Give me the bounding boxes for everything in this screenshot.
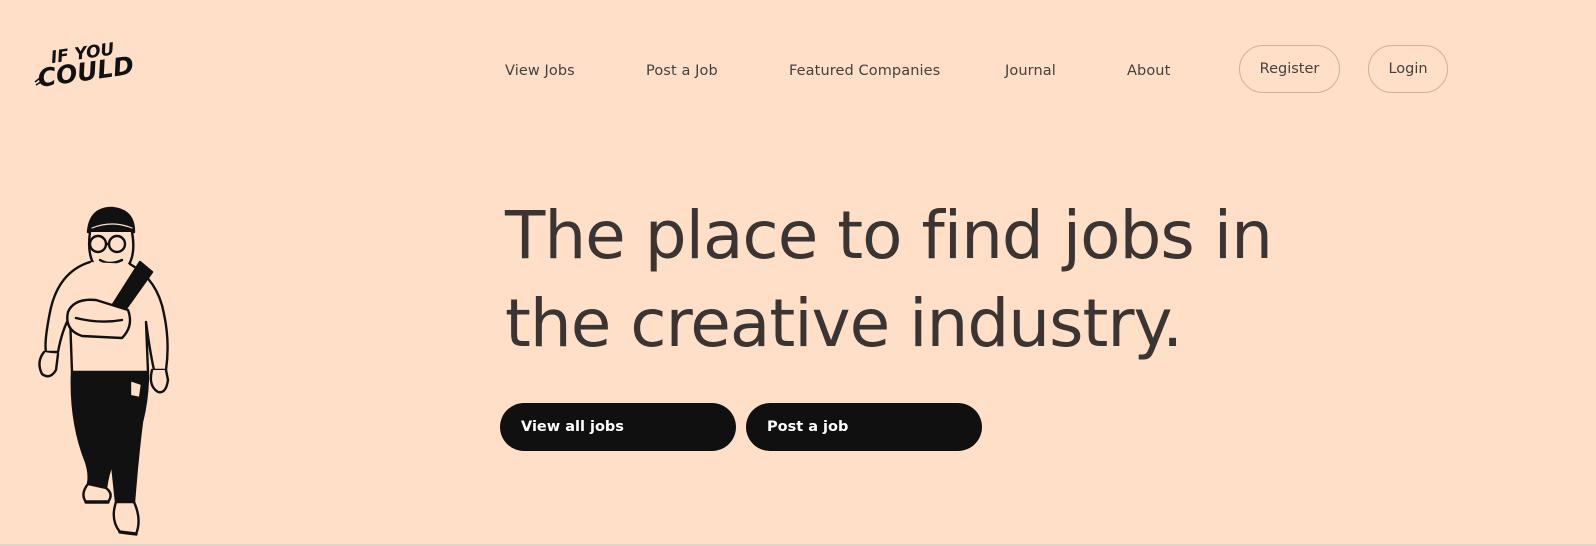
nav-featured-companies[interactable]: Featured Companies [789, 62, 940, 80]
hero-title: The place to find jobs in the creative i… [505, 192, 1385, 368]
hero-title-line2: the creative industry. [505, 285, 1183, 362]
walking-man-illustration [30, 202, 180, 538]
logo[interactable]: IF YOU COULD [34, 38, 136, 94]
register-label: Register [1259, 61, 1320, 77]
register-button[interactable]: Register [1239, 45, 1340, 93]
post-a-job-label: Post a job [767, 419, 849, 435]
view-all-jobs-label: View all jobs [521, 419, 624, 435]
login-label: Login [1388, 61, 1428, 77]
nav-view-jobs[interactable]: View Jobs [505, 62, 575, 80]
nav-post-a-job[interactable]: Post a Job [646, 62, 718, 80]
nav-about[interactable]: About [1127, 62, 1170, 80]
post-a-job-button[interactable]: Post a job [746, 403, 982, 451]
login-button[interactable]: Login [1368, 45, 1448, 93]
view-all-jobs-button[interactable]: View all jobs [500, 403, 736, 451]
illustration-svg [38, 206, 170, 536]
nav-journal[interactable]: Journal [1005, 62, 1056, 80]
page: IF YOU COULD View Jobs Post a Job Featur… [0, 0, 1596, 546]
logo-mark: IF YOU COULD [34, 39, 136, 93]
hero-title-line1: The place to find jobs in [505, 197, 1273, 274]
